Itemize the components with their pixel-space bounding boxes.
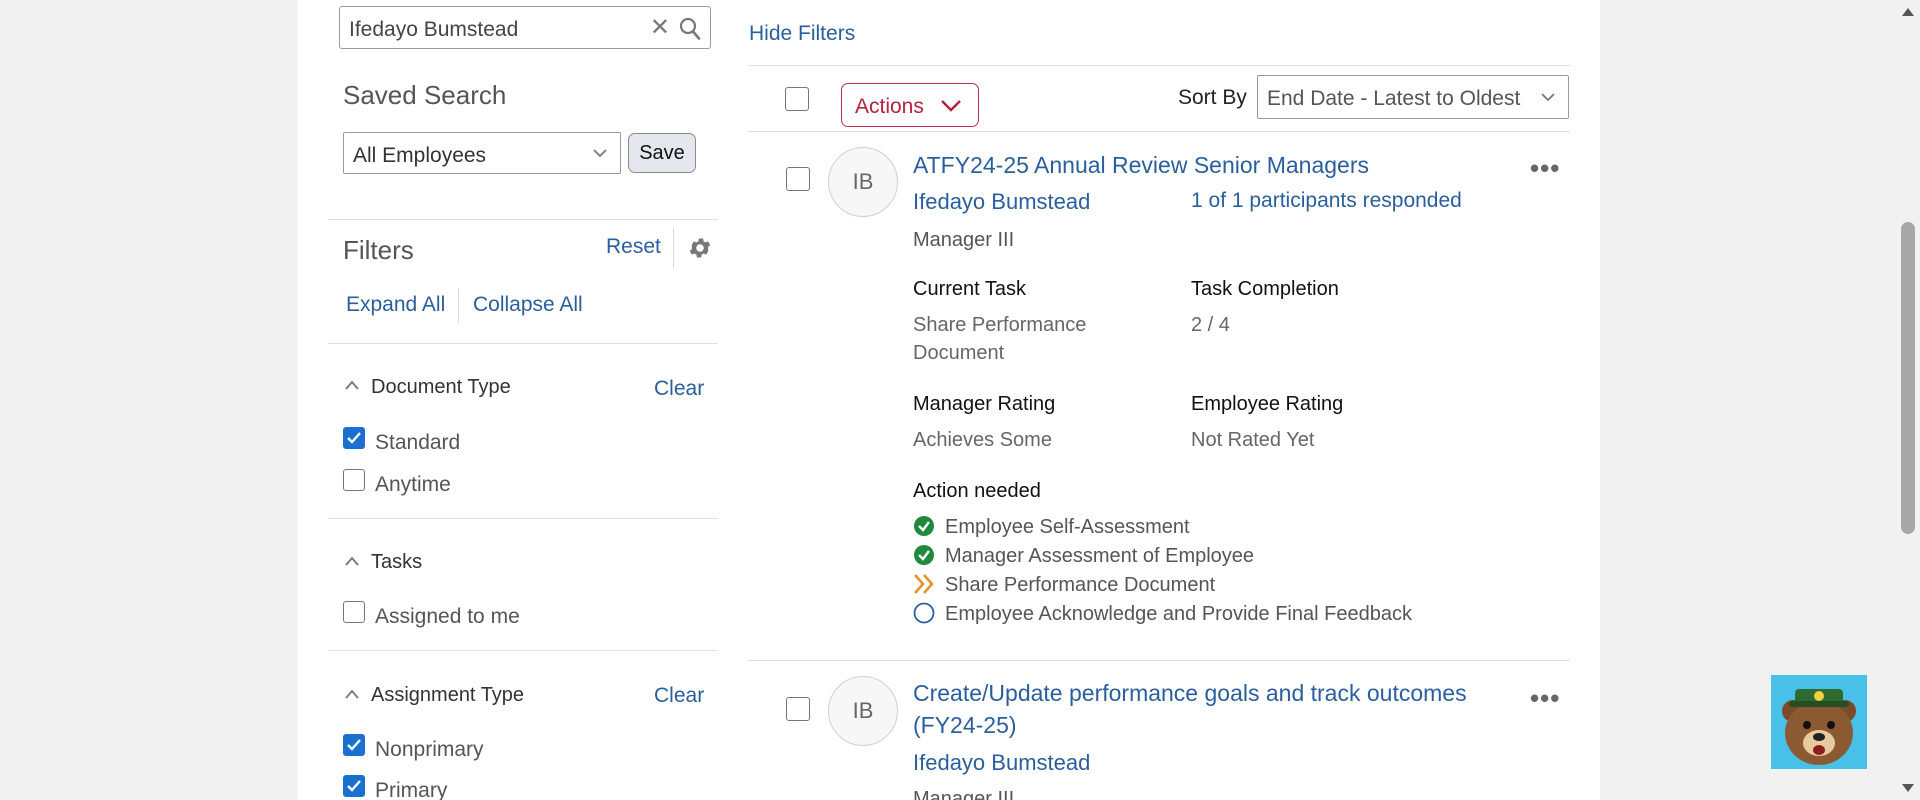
job-title: Manager III: [913, 788, 1015, 800]
sort-select[interactable]: End Date - Latest to Oldest: [1257, 75, 1569, 119]
more-options-icon[interactable]: •••: [1530, 155, 1560, 181]
divider: [458, 289, 459, 323]
task-completion-label: Task Completion: [1191, 278, 1339, 300]
participants-responded-link[interactable]: 1 of 1 participants responded: [1191, 189, 1462, 213]
checkbox-nonprimary[interactable]: [343, 734, 365, 756]
search-icon[interactable]: [679, 17, 701, 46]
card-title-link[interactable]: ATFY24-25 Annual Review Senior Managers: [913, 149, 1513, 181]
step-label: Employee Self-Assessment: [945, 516, 1190, 538]
actions-label: Actions: [855, 95, 924, 118]
divider: [328, 219, 718, 220]
section-title-tasks[interactable]: Tasks: [371, 551, 422, 574]
divider: [328, 650, 718, 651]
step-label: Share Performance Document: [945, 574, 1216, 596]
option-label[interactable]: Standard: [375, 431, 460, 455]
more-options-icon[interactable]: •••: [1530, 685, 1560, 711]
gear-icon[interactable]: [687, 235, 713, 266]
option-label[interactable]: Nonprimary: [375, 738, 484, 762]
chevron-down-icon: [592, 145, 608, 166]
current-task-label: Current Task: [913, 278, 1027, 300]
chevron-up-icon[interactable]: [344, 378, 360, 396]
step-label: Employee Acknowledge and Provide Final F…: [945, 603, 1412, 625]
checkbox-standard[interactable]: [343, 427, 365, 449]
job-title: Manager III: [913, 229, 1015, 251]
scroll-up-arrow-icon[interactable]: [1901, 4, 1915, 22]
chevron-down-icon: [1540, 89, 1556, 110]
saved-search-title: Saved Search: [343, 80, 507, 110]
action-needed-label: Action needed: [913, 480, 1041, 502]
check-circle-icon: [913, 544, 935, 571]
employee-rating-label: Employee Rating: [1191, 393, 1344, 415]
chevron-up-icon[interactable]: [344, 687, 360, 705]
divider: [748, 65, 1570, 66]
expand-all-link[interactable]: Expand All: [346, 293, 445, 317]
option-label[interactable]: Primary: [375, 779, 447, 800]
manager-rating-value: Achieves Some: [913, 429, 1052, 451]
saved-search-select[interactable]: All Employees: [343, 132, 621, 174]
clear-search-icon[interactable]: ✕: [650, 16, 670, 40]
actions-button[interactable]: Actions: [841, 83, 979, 127]
divider: [673, 228, 674, 268]
current-task-value: Share Performance Document: [913, 314, 1087, 364]
section-title-assignment-type[interactable]: Assignment Type: [371, 684, 524, 707]
sort-by-label: Sort By: [1178, 86, 1247, 109]
divider: [748, 131, 1570, 132]
checkbox-anytime[interactable]: [343, 469, 365, 491]
section-title-document-type[interactable]: Document Type: [371, 376, 511, 399]
participant-name-link[interactable]: Ifedayo Bumstead: [913, 189, 1090, 215]
hide-filters-link[interactable]: Hide Filters: [749, 22, 855, 46]
scrollbar-thumb[interactable]: [1901, 222, 1915, 534]
clear-document-type-link[interactable]: Clear: [654, 377, 704, 401]
checkbox-assigned-to-me[interactable]: [343, 601, 365, 623]
filters-title: Filters: [343, 235, 414, 265]
option-label[interactable]: Anytime: [375, 473, 451, 497]
check-circle-icon: [913, 515, 935, 542]
clear-assignment-type-link[interactable]: Clear: [654, 684, 704, 708]
empty-circle-icon: [913, 602, 935, 629]
avatar: IB: [828, 676, 898, 746]
row-checkbox[interactable]: [786, 167, 810, 191]
card-title-link[interactable]: Create/Update performance goals and trac…: [913, 677, 1513, 741]
divider: [748, 660, 1570, 661]
divider: [328, 343, 718, 344]
participant-name-link[interactable]: Ifedayo Bumstead: [913, 750, 1090, 776]
option-label[interactable]: Assigned to me: [375, 605, 520, 629]
search-input[interactable]: Ifedayo Bumstead ✕: [339, 6, 711, 49]
double-chevron-right-icon: [913, 573, 935, 600]
bear-mascot-icon[interactable]: [1771, 675, 1867, 769]
chevron-up-icon[interactable]: [344, 554, 360, 572]
scroll-down-arrow-icon[interactable]: [1901, 780, 1915, 798]
checkbox-primary[interactable]: [343, 775, 365, 797]
task-completion-value: 2 / 4: [1191, 314, 1230, 336]
row-checkbox[interactable]: [786, 697, 810, 721]
sort-value: End Date - Latest to Oldest: [1267, 87, 1521, 110]
manager-rating-label: Manager Rating: [913, 393, 1056, 415]
save-button[interactable]: Save: [628, 133, 696, 173]
reset-filters-link[interactable]: Reset: [606, 235, 661, 259]
step-label: Manager Assessment of Employee: [945, 545, 1255, 567]
divider: [328, 518, 718, 519]
select-all-checkbox[interactable]: [785, 87, 809, 111]
collapse-all-link[interactable]: Collapse All: [473, 293, 583, 317]
search-value[interactable]: Ifedayo Bumstead: [349, 18, 518, 42]
saved-search-value: All Employees: [353, 144, 487, 167]
chevron-down-icon: [940, 98, 962, 117]
employee-rating-value: Not Rated Yet: [1191, 429, 1315, 451]
avatar: IB: [828, 147, 898, 217]
